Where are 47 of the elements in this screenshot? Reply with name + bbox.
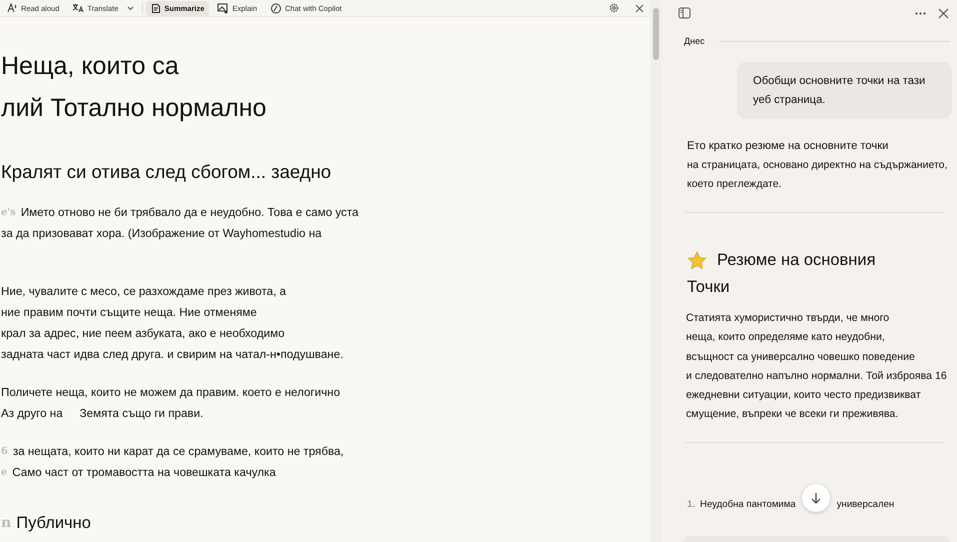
paragraph-line: задната част идва след друга. и свирим на чатал-н•подушване. xyxy=(1,347,344,363)
section-heading: Публично xyxy=(16,513,91,534)
summary-text: смущение, въпреки че всеки ги преживява. xyxy=(686,407,900,422)
paragraph-line: ние правим почти същите неща. Ние отменяме xyxy=(1,305,257,321)
paragraph-line: Поличете неща, които не можем да правим. което е нелогично xyxy=(1,385,340,401)
summary-text: и следователно напълно нормални. Той изброява 16 xyxy=(686,368,947,384)
close-icon[interactable] xyxy=(938,8,949,18)
star-icon xyxy=(687,251,707,270)
article-title: лий Тотално нормално xyxy=(1,93,266,124)
read-aloud-icon xyxy=(7,3,18,13)
list-item-text: Неудобна пантомима xyxy=(700,498,796,510)
paragraph-line: Името отново не би трябвало да е неудобно. Това е само уста xyxy=(20,205,358,221)
cut-marker: e's xyxy=(1,206,16,220)
paragraph-line: за нещата, които ни карат да се срамуваме, които не трябва, xyxy=(12,444,344,460)
sidebar-icon[interactable] xyxy=(678,7,691,19)
cut-marker: n xyxy=(1,514,12,533)
summary-text: Статията хумористично твърди, че много xyxy=(686,311,890,326)
scrollbar-thumb[interactable] xyxy=(653,8,659,60)
summary-text: ежедневни ситуации, които често предизвикват xyxy=(686,388,922,404)
document-icon xyxy=(151,2,162,14)
response-text: Ето кратко резюме на основните точки xyxy=(687,139,890,154)
more-icon[interactable] xyxy=(915,12,926,14)
cut-marker: 6 xyxy=(1,445,8,459)
paragraph-line: Само част от тромавостта на човешката качулка xyxy=(12,465,276,481)
article-title: Неща, които са xyxy=(1,51,179,82)
paragraph-line: Аз друго на xyxy=(1,406,63,422)
paragraph-line: за да призовават хора. (Изображение от Wayhomestudio на xyxy=(1,226,322,242)
copilot-icon xyxy=(270,2,282,14)
translate-icon xyxy=(72,3,84,13)
scroll-down-button[interactable] xyxy=(802,484,830,512)
summary-heading: Резюме на основния xyxy=(717,250,876,271)
paragraph-line: крал за адрес, ние пеем азбуката, ако е необходимо xyxy=(1,326,285,342)
summary-text: неща, които определяме като неудобни, xyxy=(686,330,886,346)
paragraph-line: Ние, чувалите с месо, се разхождаме през живота, а xyxy=(1,284,286,300)
cut-marker: e xyxy=(1,466,8,480)
summary-text: всъщност са универсално човешко поведение xyxy=(686,350,916,365)
article-subtitle: Кралят си отива след сбогом... заедно xyxy=(1,160,332,184)
response-text: което преглеждате. xyxy=(687,177,783,192)
summary-heading: Точки xyxy=(687,277,730,298)
response-text: на страницата, основано директно на съдържанието, xyxy=(687,158,945,173)
list-item-text: универсален xyxy=(836,498,894,510)
paragraph-line: Земята също ги прави. xyxy=(80,406,204,422)
list-number: 1. xyxy=(687,498,696,510)
user-message: Обобщи основните точки на тази уеб страница. xyxy=(737,62,952,119)
arrow-down-icon xyxy=(811,492,821,504)
date-label: Днес xyxy=(684,36,705,46)
image-text-icon xyxy=(217,2,230,14)
